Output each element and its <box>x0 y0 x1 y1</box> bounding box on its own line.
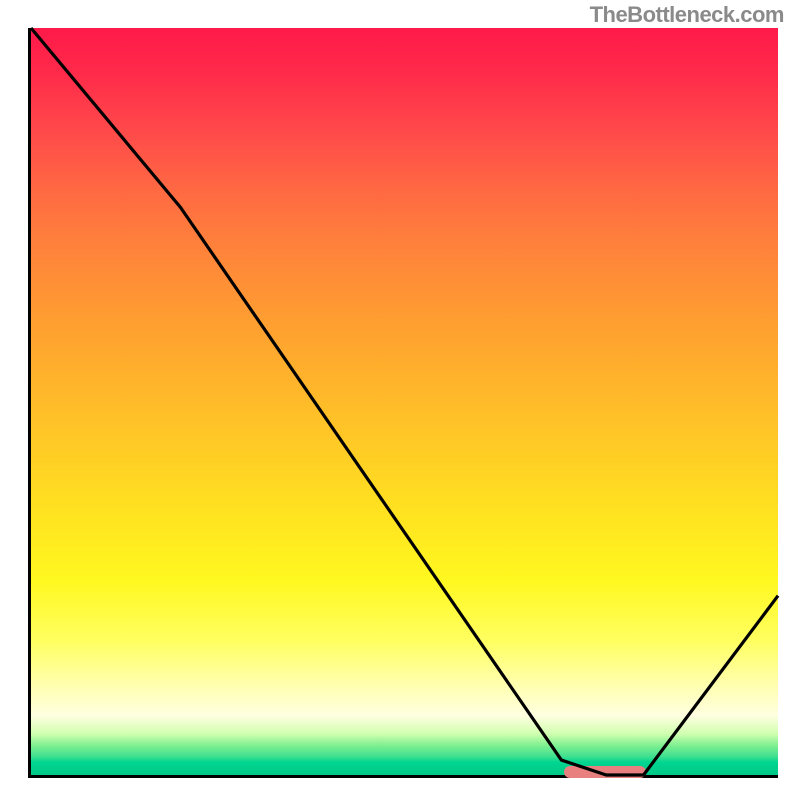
watermark-text: TheBottleneck.com <box>590 2 784 28</box>
chart-plot-area <box>28 28 778 778</box>
chart-line-series <box>31 28 778 775</box>
